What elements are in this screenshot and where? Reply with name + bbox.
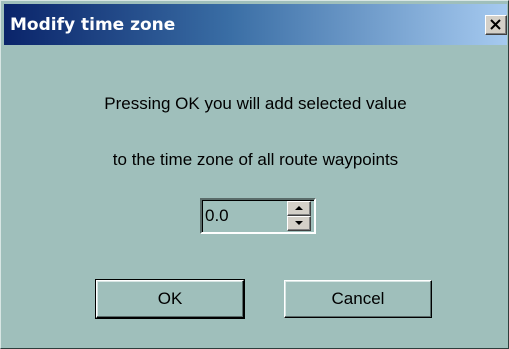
- spin-down-button[interactable]: [287, 216, 311, 231]
- time-offset-spinner: [200, 198, 316, 234]
- modify-time-zone-dialog: Modify time zone Pressing OK you will ad…: [0, 0, 509, 349]
- spin-down-arrow-icon: [295, 221, 303, 225]
- close-button[interactable]: [485, 15, 507, 35]
- spin-up-button[interactable]: [287, 201, 311, 216]
- message-line-2: to the time zone of all route waypoints: [112, 150, 399, 169]
- dialog-title: Modify time zone: [10, 15, 176, 35]
- message-line-1: Pressing OK you will add selected value: [104, 94, 407, 113]
- time-offset-input[interactable]: [205, 202, 283, 230]
- cancel-button[interactable]: Cancel: [284, 280, 432, 318]
- spin-up-arrow-icon: [295, 206, 303, 210]
- close-icon: [490, 19, 501, 30]
- ok-button[interactable]: OK: [95, 279, 245, 319]
- title-bar[interactable]: Modify time zone: [4, 4, 507, 45]
